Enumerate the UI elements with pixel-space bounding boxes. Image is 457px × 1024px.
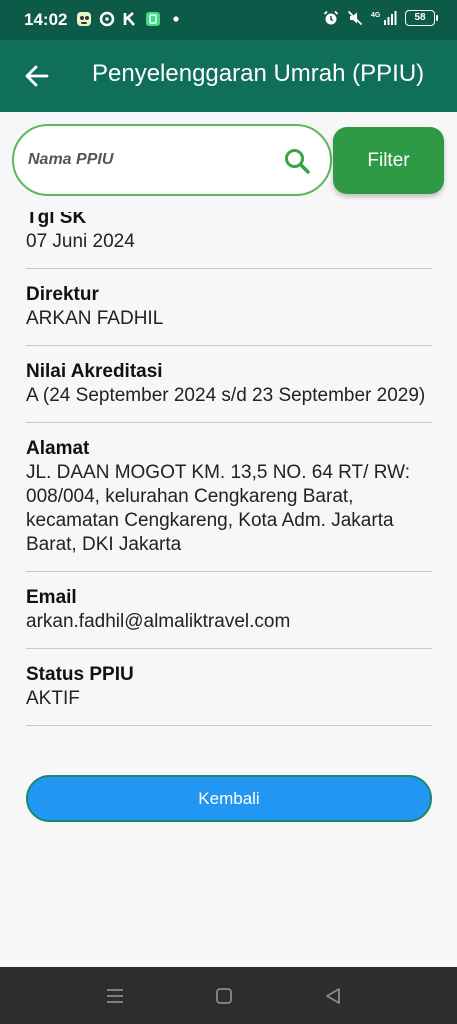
k-logo-icon [123,12,135,26]
arrow-left-icon [25,65,49,87]
app-bar: Penyelenggaran Umrah (PPIU) [0,40,457,112]
menu-icon[interactable] [103,984,127,1008]
field-value: 07 Juni 2024 [26,231,135,252]
field-alamat: Alamat JL. DAAN MOGOT KM. 13,5 NO. 64 RT… [26,437,432,572]
system-nav-bar [0,967,457,1024]
network-label: 4G [371,12,381,19]
field-status-ppiu: Status PPIU AKTIF [26,663,432,726]
field-label: Tgl SK [26,212,87,228]
field-email: Email arkan.fadhil@almaliktravel.com [26,586,432,649]
details-list: Tgl SK 07 Juni 2024 Direktur ARKAN FADHI… [26,212,432,740]
field-label: Email [26,587,77,608]
back-icon[interactable] [321,984,345,1008]
status-notification-icons [76,11,184,27]
status-time: 14:02 [24,10,68,29]
dot-icon [173,16,179,22]
details-scroll-area[interactable]: Tgl SK 07 Juni 2024 Direktur ARKAN FADHI… [0,212,457,967]
status-system-icons: 4G 58 [323,10,438,26]
field-label: Nilai Akreditasi [26,361,163,382]
circle-logo-icon [99,11,115,27]
field-value: ARKAN FADHIL [26,308,164,329]
field-label: Alamat [26,438,90,459]
search-button[interactable] [282,146,312,176]
mute-icon [347,10,363,26]
field-value: arkan.fadhil@almaliktravel.com [26,611,291,632]
search-box [12,124,332,196]
search-input[interactable] [28,144,258,176]
alarm-icon [323,10,339,25]
field-value: A (24 September 2024 s/d 23 September 20… [26,385,426,406]
home-icon[interactable] [212,984,236,1008]
field-nilai-akreditasi: Nilai Akreditasi A (24 September 2024 s/… [26,360,432,423]
status-bar: 14:02 4G 58 [0,0,457,40]
field-value: JL. DAAN MOGOT KM. 13,5 NO. 64 RT/ RW: 0… [26,462,410,555]
app-notification-icon [77,12,91,26]
field-tgl-sk: Tgl SK 07 Juni 2024 [26,212,432,269]
battery-indicator: 58 [405,10,438,26]
signal-icon: 4G [371,11,397,25]
green-app-icon [146,12,160,26]
field-value: AKTIF [26,688,80,709]
kembali-button[interactable]: Kembali [26,775,432,822]
back-button[interactable] [16,58,56,94]
field-direktur: Direktur ARKAN FADHIL [26,283,432,346]
page-title: Penyelenggaran Umrah (PPIU) [92,60,425,87]
search-icon [285,149,310,174]
filter-button[interactable]: Filter [333,127,444,194]
field-label: Status PPIU [26,664,134,685]
field-label: Direktur [26,284,99,305]
